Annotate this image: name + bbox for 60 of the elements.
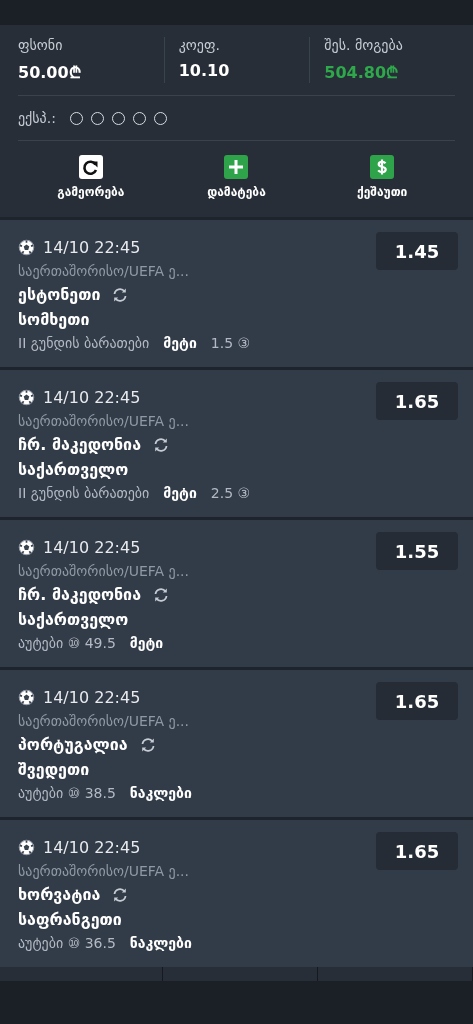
swap-icon <box>153 586 169 603</box>
match-datetime: 14/10 22:45 <box>43 388 141 407</box>
odds-value: 1.65 <box>376 832 458 870</box>
plus-icon <box>224 155 249 179</box>
match-datetime: 14/10 22:45 <box>43 538 141 557</box>
cashout-button[interactable]: ქეშაუთი <box>356 155 408 199</box>
bet-pick: მეტი <box>129 635 164 651</box>
away-team: შვედეთი <box>18 760 90 779</box>
home-team: ხორვატია <box>18 885 101 904</box>
home-team: ჩრ. მაკედონია <box>18 585 141 604</box>
odds-value: 1.55 <box>376 532 458 570</box>
swap-icon <box>139 736 156 753</box>
bet-pick: მეტი <box>163 485 197 501</box>
stat-value: 50.00₾ <box>18 62 81 83</box>
swap-icon <box>112 886 129 903</box>
add-button[interactable]: დამატება <box>207 155 266 199</box>
bet-market: აუტები ⑩ 49.5 <box>18 635 116 651</box>
odds-value: 1.65 <box>376 382 458 420</box>
league-name: საერთაშორისო/UEFA ე... <box>18 713 191 729</box>
home-team: ესტონეთი <box>18 285 101 304</box>
league-name: საერთაშორისო/UEFA ე... <box>18 563 191 579</box>
bet-market: აუტები ⑩ 36.5 <box>18 935 116 951</box>
soccer-ball-icon <box>18 389 35 406</box>
bet-pick: მეტი <box>163 335 197 351</box>
express-label: ექსპ.: <box>18 110 56 126</box>
stat-label: შეს. მოგება <box>324 37 403 53</box>
league-name: საერთაშორისო/UEFA ე... <box>18 863 191 879</box>
stat-label: ფსონი <box>18 37 63 53</box>
away-team: საფრანგეთი <box>18 910 122 929</box>
dollar-icon <box>370 155 395 179</box>
match-datetime: 14/10 22:45 <box>43 838 141 857</box>
bet-pick: ნაკლები <box>129 785 192 801</box>
bet-market: 2.5 ③ <box>210 485 251 501</box>
odds-value: 1.45 <box>376 232 458 270</box>
swap-icon <box>153 436 169 453</box>
stat-value: 504.80₾ <box>324 62 399 83</box>
home-team: ჩრ. მაკედონია <box>18 435 141 454</box>
bet-market: აუტები ⑩ 38.5 <box>18 785 116 801</box>
bet-market: II გუნდის ბარათები <box>18 485 150 501</box>
bet-market: 1.5 ③ <box>210 335 251 351</box>
soccer-ball-icon <box>18 239 35 256</box>
stat-label: კოეფ. <box>178 37 220 53</box>
home-team: პორტუგალია <box>18 735 128 754</box>
soccer-ball-icon <box>18 539 35 556</box>
match-datetime: 14/10 22:45 <box>43 688 141 707</box>
odds-value: 1.65 <box>376 682 458 720</box>
league-name: საერთაშორისო/UEFA ე... <box>18 263 191 279</box>
league-name: საერთაშორისო/UEFA ე... <box>18 413 191 429</box>
bet-market: II გუნდის ბარათები <box>18 335 150 351</box>
soccer-ball-icon <box>18 839 35 856</box>
away-team: სომხეთი <box>18 310 90 329</box>
bet-pick: ნაკლები <box>129 935 192 951</box>
away-team: საქართველო <box>18 460 129 479</box>
stat-value: 10.10 <box>178 61 230 80</box>
match-datetime: 14/10 22:45 <box>43 238 141 257</box>
away-team: საქართველო <box>18 610 129 629</box>
soccer-ball-icon <box>18 689 35 706</box>
refresh-icon <box>78 155 103 179</box>
repeat-button[interactable]: გამეორება <box>57 155 125 199</box>
swap-icon <box>112 286 129 303</box>
